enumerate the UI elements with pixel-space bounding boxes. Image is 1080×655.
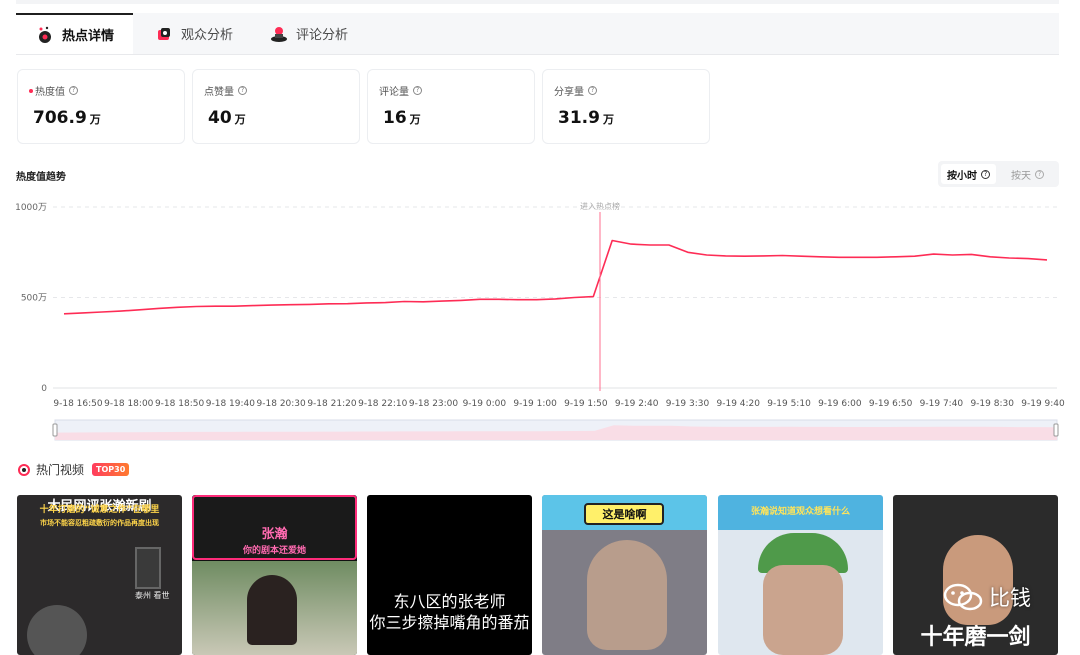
- tab-label: 热点详情: [61, 29, 114, 44]
- video-subtext: 泰州 看世: [135, 591, 170, 600]
- heat-trend-chart[interactable]: 1000万 500万 0 9-18 16:50 9-18 18:00 9-18 18:50…: [0, 190, 1080, 445]
- heat-series-line: [63, 239, 1048, 315]
- x-tick-label: 9-19 1:50: [564, 399, 608, 409]
- metric-value: 16: [383, 108, 407, 128]
- metric-unit: 万: [602, 113, 614, 126]
- x-tick-label: 9-19 4:20: [717, 399, 761, 409]
- x-tick-label: 9-19 1:00: [513, 399, 557, 409]
- x-tick-label: 9-19 3:30: [666, 399, 710, 409]
- x-tick-label: 9-19 9:40: [1021, 399, 1065, 409]
- tab-hot-detail[interactable]: 热点详情: [16, 13, 133, 54]
- help-icon[interactable]: ?: [1035, 169, 1044, 179]
- fire-icon: [18, 463, 30, 476]
- tab-label: 评论分析: [296, 28, 349, 43]
- metric-value: 40: [208, 108, 232, 128]
- video-caption: 你三步擦掉嘴角的番茄: [369, 613, 530, 632]
- person-face: [763, 565, 843, 655]
- x-tick-label: 9-19 6:00: [818, 399, 862, 409]
- x-tick-label: 9-18 23:00: [409, 399, 458, 409]
- range-slider-handle-right: [1053, 423, 1059, 437]
- watermark: 比钱: [943, 582, 1031, 612]
- wechat-icon: [943, 582, 983, 612]
- poster-frame: [135, 547, 161, 589]
- x-tick-label: 9-18 22:10: [358, 399, 407, 409]
- metric-card-comments: 评论量? 16 万: [367, 69, 535, 144]
- granularity-switch: 按小时? 按天?: [938, 161, 1059, 187]
- watermark-text: 比钱: [989, 586, 1031, 610]
- metric-card-likes: 点赞量? 40 万: [192, 69, 360, 144]
- top-bar-edge: [16, 0, 1059, 4]
- metric-unit: 万: [234, 113, 246, 126]
- x-tick-label: 9-19 5:10: [767, 399, 811, 409]
- by-hour-label: 按小时: [947, 170, 977, 182]
- x-tick-label: 9-19 6:50: [869, 399, 913, 409]
- metric-card-heat: 热度值? 706.9 万: [17, 69, 185, 144]
- video-caption: 你的剧本还爱她: [242, 546, 306, 556]
- person-silhouette: [27, 605, 87, 655]
- tab-audience[interactable]: 观众分析: [154, 13, 233, 54]
- metric-label: 点赞量: [204, 87, 234, 98]
- help-icon[interactable]: ?: [413, 86, 422, 95]
- help-icon[interactable]: ?: [588, 86, 597, 95]
- tab-bar: 热点详情 观众分析 评论分析: [16, 13, 1059, 55]
- help-icon[interactable]: ?: [238, 86, 247, 95]
- metric-unit: 万: [89, 113, 101, 126]
- video-caption: 这是啥啊: [602, 508, 647, 521]
- video-thumb[interactable]: 十年磨一剑: [893, 495, 1058, 655]
- x-tick-label: 9-19 8:30: [970, 399, 1014, 409]
- by-day-label: 按天: [1011, 170, 1031, 182]
- x-tick-label: 9-19 7:40: [920, 399, 964, 409]
- top30-badge: TOP30: [92, 463, 130, 476]
- by-hour-button[interactable]: 按小时?: [941, 164, 996, 184]
- x-tick-label: 9-18 18:00: [104, 399, 153, 409]
- x-tick-label: 9-18 20:30: [257, 399, 306, 409]
- x-tick-label: 9-18 21:20: [307, 399, 356, 409]
- metric-card-shares: 分享量? 31.9 万: [542, 69, 710, 144]
- video-thumb[interactable]: 张瀚说知道观众想看什么: [718, 495, 883, 655]
- comment-icon: [269, 24, 289, 44]
- metric-label: 评论量: [379, 87, 409, 98]
- video-thumb[interactable]: 大民网评张瀚新剧 十年打磨的“诚意之作”在哪里 市场不能容忍粗疏敷衍的作品再度出…: [17, 495, 182, 655]
- metric-value: 31.9: [558, 108, 600, 128]
- video-caption: 张瀚说知道观众想看什么: [750, 507, 850, 517]
- help-icon[interactable]: ?: [69, 86, 78, 95]
- metric-label: 热度值: [35, 87, 65, 98]
- audience-icon: [154, 24, 174, 44]
- hot-videos-header: 热门视频 TOP30: [18, 461, 130, 478]
- video-caption: 十年打磨的“诚意之作”在哪里: [39, 505, 160, 515]
- x-tick-label: 9-18 18:50: [155, 399, 204, 409]
- video-thumb[interactable]: 张瀚 你的剧本还爱她: [192, 495, 357, 655]
- y-tick-label: 500万: [21, 294, 47, 304]
- x-tick-label: 9-18 16:50: [53, 399, 102, 409]
- hot-list-marker-label: 进入热点榜: [580, 201, 620, 211]
- by-day-button[interactable]: 按天?: [1005, 164, 1050, 184]
- tab-label: 观众分析: [181, 28, 234, 43]
- trend-title: 热度值趋势: [16, 172, 66, 183]
- x-tick-label: 9-19 2:40: [615, 399, 659, 409]
- help-icon[interactable]: ?: [981, 169, 990, 179]
- metric-unit: 万: [409, 113, 421, 126]
- video-caption: 十年磨一剑: [920, 625, 1031, 650]
- video-caption: 张瀚: [261, 527, 288, 542]
- hot-videos-title: 热门视频: [36, 463, 85, 477]
- video-thumb[interactable]: 这是啥啊: [542, 495, 707, 655]
- x-tick-label: 9-18 19:40: [206, 399, 255, 409]
- metric-label: 分享量: [554, 87, 584, 98]
- metric-value: 706.9: [33, 108, 87, 128]
- hot-detail-icon: [35, 25, 55, 45]
- person-silhouette: [247, 575, 297, 645]
- range-slider-handle-left: [52, 423, 58, 437]
- person-face: [587, 540, 667, 650]
- y-tick-label: 1000万: [15, 203, 47, 213]
- y-tick-label: 0: [41, 384, 47, 394]
- video-caption: 市场不能容忍粗疏敷衍的作品再度出现: [40, 519, 159, 527]
- active-dot: [29, 88, 33, 93]
- video-thumb[interactable]: 东八区的张老师 你三步擦掉嘴角的番茄: [367, 495, 532, 655]
- x-tick-label: 9-19 0:00: [463, 399, 507, 409]
- tab-comments[interactable]: 评论分析: [269, 13, 348, 54]
